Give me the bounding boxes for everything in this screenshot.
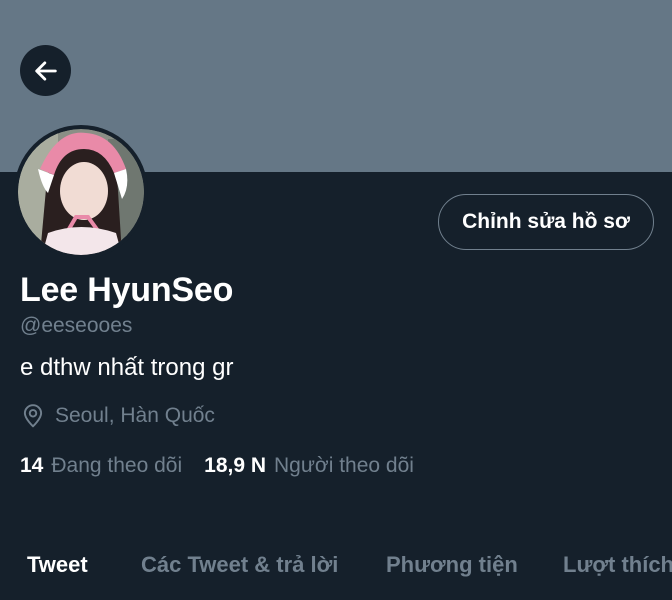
tab-tweets[interactable]: Tweet [27,540,88,590]
back-button[interactable] [20,45,71,96]
following-count: 14 [20,454,44,477]
user-handle: @eeseooes [20,314,133,337]
tab-tweets-replies[interactable]: Các Tweet & trả lời [141,540,338,590]
followers-label: Người theo dõi [274,454,414,477]
followers-count: 18,9 N [204,454,267,477]
avatar[interactable] [14,125,148,259]
bio: e dthw nhất trong gr [20,354,234,381]
tab-media[interactable]: Phương tiện [386,540,518,590]
following-link[interactable]: 14 Đang theo dõi [20,452,182,480]
location-text: Seoul, Hàn Quốc [55,404,215,427]
tab-likes[interactable]: Lượt thích [563,540,672,590]
followers-link[interactable]: 18,9 N Người theo dõi [204,452,414,480]
arrow-left-icon [34,60,57,81]
avatar-photo [18,129,144,255]
edit-profile-button[interactable]: Chỉnh sửa hồ sơ [438,194,654,250]
follow-stats: 14 Đang theo dõi 18,9 N Người theo dõi [20,452,414,480]
profile-tabs: Tweet Các Tweet & trả lời Phương tiện Lư… [0,540,672,590]
display-name: Lee HyunSeo [20,271,234,309]
location: Seoul, Hàn Quốc [20,402,215,430]
map-pin-icon [23,404,43,428]
following-label: Đang theo dõi [51,454,183,477]
